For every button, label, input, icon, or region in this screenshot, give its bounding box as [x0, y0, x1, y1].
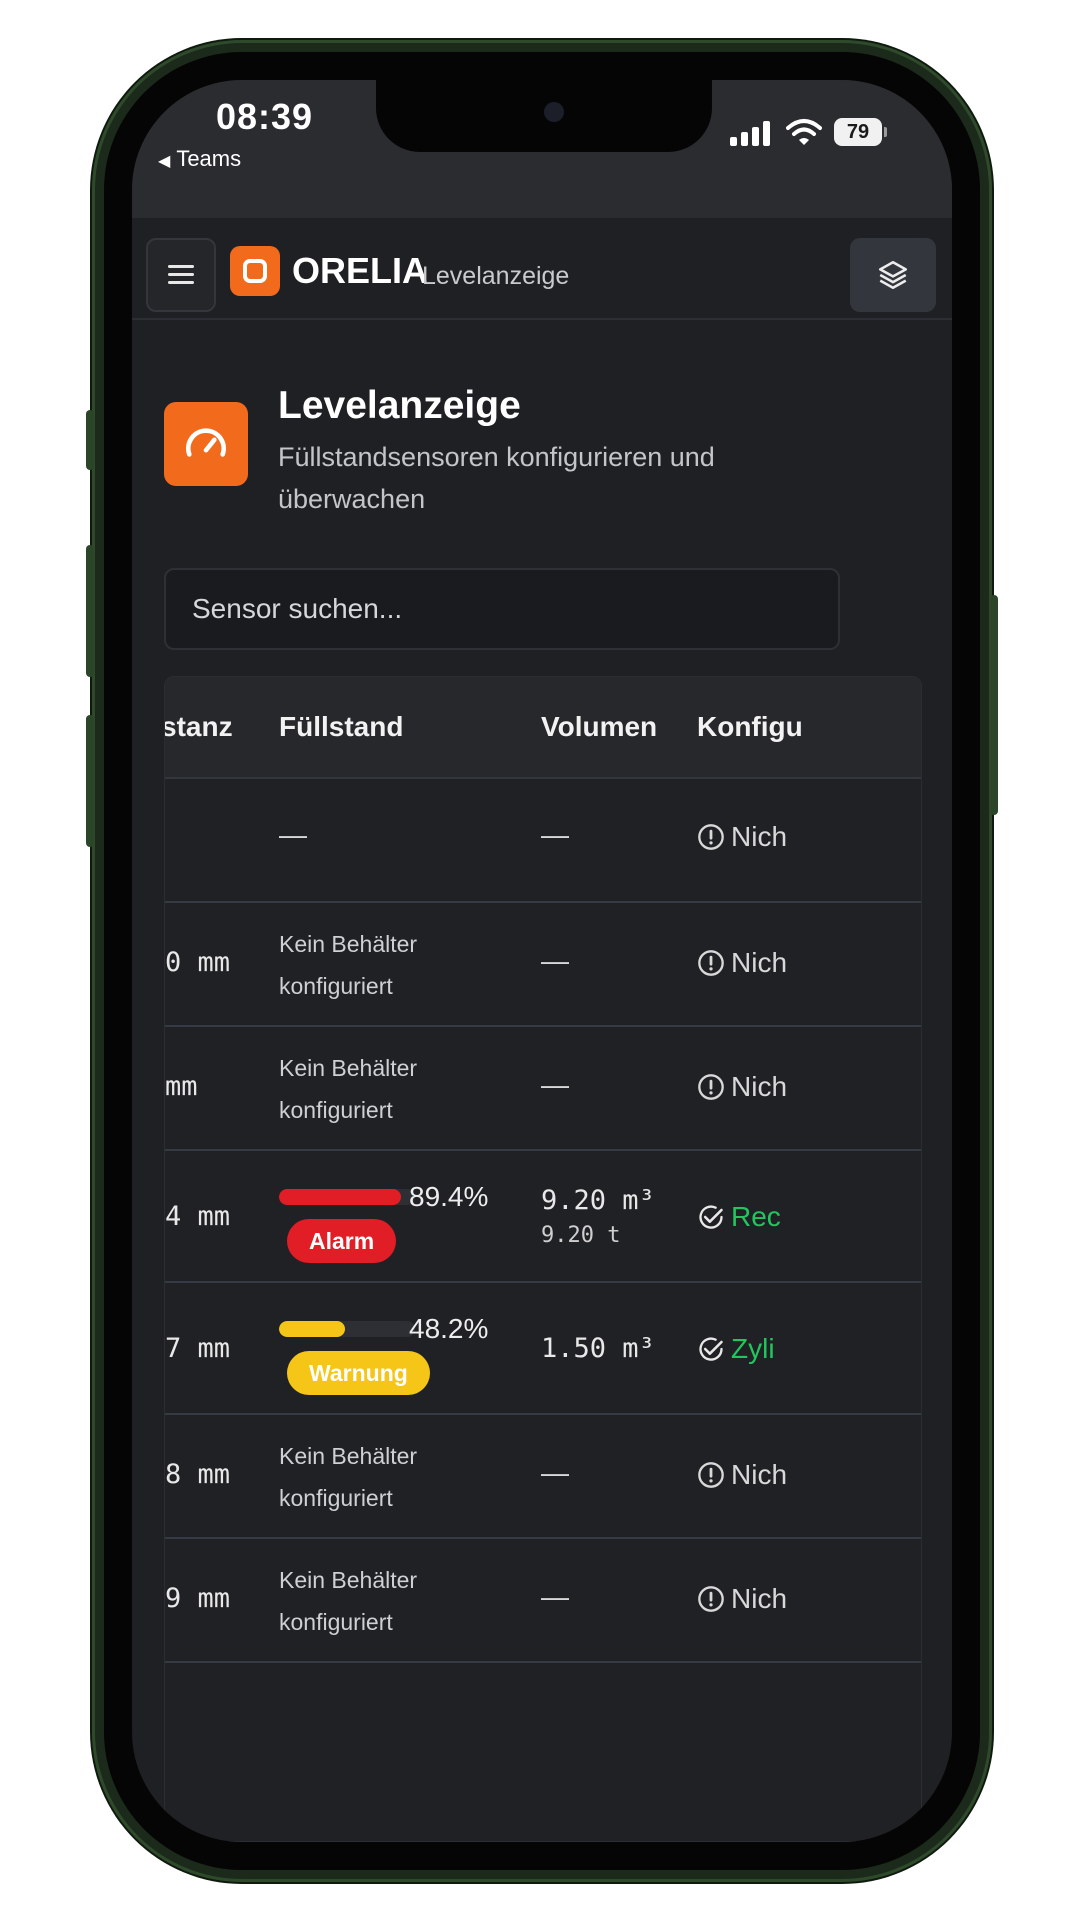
- phone-screen: 08:39 ◀ Teams 79 ORELIA Levelanzeige Lev…: [132, 80, 952, 1842]
- column-header-distance[interactable]: stanz: [165, 711, 233, 743]
- config-label: Nich: [731, 1071, 788, 1102]
- config-label: Rec: [731, 1201, 781, 1232]
- fill-level-bar-fill: [279, 1189, 401, 1205]
- config-status: Zyli: [697, 1333, 775, 1365]
- table-row[interactable]: 0 mm Kein Behälter konfiguriert — Nich: [165, 903, 921, 1027]
- alarm-badge: Alarm: [287, 1219, 397, 1263]
- sensor-table[interactable]: stanz Füllstand Volumen Konfigu — — Nich…: [164, 676, 922, 1842]
- config-status: Nich: [697, 947, 787, 979]
- sensor-search-input[interactable]: [164, 568, 840, 650]
- check-circle-icon: [699, 1205, 723, 1229]
- fill-level-cell: Kein Behälter konfiguriert: [279, 931, 418, 999]
- column-header-config[interactable]: Konfigu: [697, 711, 803, 743]
- config-label: Nich: [731, 821, 788, 852]
- distance-cell: 4 mm: [165, 1201, 231, 1232]
- volume-cell: —: [541, 945, 569, 976]
- alert-circle-icon: [698, 824, 724, 850]
- hamburger-icon: [168, 265, 194, 285]
- wifi-icon: [786, 119, 822, 145]
- page-title: Levelanzeige: [278, 384, 521, 427]
- cellular-signal-icon: [730, 120, 774, 146]
- layers-icon: [878, 260, 908, 290]
- table-row[interactable]: 7 mm 48.2% Warnung 1.50 m³ Zyli: [165, 1283, 921, 1415]
- distance-cell: 9 mm: [165, 1583, 231, 1614]
- table-row[interactable]: 4 mm 89.4% Alarm 9.20 m³ 9.20 t Rec: [165, 1151, 921, 1283]
- table-row[interactable]: 9 mm Kein Behälter konfiguriert — Nich: [165, 1539, 921, 1663]
- alert-circle-icon: [698, 950, 724, 976]
- fill-level-bar-fill: [279, 1321, 345, 1337]
- config-status: Nich: [697, 1071, 787, 1103]
- battery-indicator: 79: [834, 118, 882, 146]
- fill-level-cell: —: [279, 819, 307, 850]
- layers-button[interactable]: [850, 238, 936, 312]
- volume-down-button: [86, 715, 94, 847]
- column-header-volume[interactable]: Volumen: [541, 711, 657, 743]
- column-header-fill-level[interactable]: Füllstand: [279, 711, 403, 743]
- volume-cell: 9.20 m³: [541, 1185, 655, 1216]
- config-status: Nich: [697, 1583, 787, 1615]
- back-to-app-link[interactable]: ◀ Teams: [158, 146, 241, 172]
- fill-level-cell: Kein Behälter konfiguriert: [279, 1443, 418, 1511]
- distance-cell: mm: [165, 1071, 198, 1102]
- config-label: Nich: [731, 1583, 788, 1614]
- fill-level-bar: [279, 1189, 415, 1205]
- back-triangle-icon: ◀: [158, 153, 171, 170]
- table-row[interactable]: mm Kein Behälter konfiguriert — Nich: [165, 1027, 921, 1151]
- brand-subtitle: Levelanzeige: [422, 262, 570, 290]
- config-status: Nich: [697, 821, 787, 853]
- config-status: Nich: [697, 1459, 787, 1491]
- fill-level-percent: 48.2%: [409, 1313, 489, 1344]
- table-header: stanz Füllstand Volumen Konfigu: [165, 677, 921, 779]
- volume-cell: —: [541, 1581, 569, 1612]
- status-bar: 08:39 ◀ Teams 79: [132, 80, 952, 218]
- menu-button[interactable]: [146, 238, 216, 312]
- config-label: Nich: [731, 1459, 788, 1490]
- config-status: Rec: [697, 1201, 781, 1233]
- app-header: ORELIA Levelanzeige: [132, 218, 952, 320]
- distance-cell: 8 mm: [165, 1459, 231, 1490]
- brand-name: ORELIA: [292, 250, 429, 291]
- warning-badge: Warnung: [287, 1351, 430, 1395]
- volume-up-button: [86, 545, 94, 677]
- alert-circle-icon: [698, 1462, 724, 1488]
- back-app-label: Teams: [176, 146, 242, 171]
- distance-cell: 7 mm: [165, 1333, 231, 1364]
- battery-tip: [884, 127, 887, 137]
- alert-circle-icon: [698, 1074, 724, 1100]
- volume-cell: 1.50 m³: [541, 1333, 655, 1364]
- config-label: Nich: [731, 947, 788, 978]
- alert-circle-icon: [698, 1586, 724, 1612]
- status-time: 08:39: [216, 96, 314, 137]
- volume-sub-cell: 9.20 t: [541, 1223, 621, 1248]
- table-row[interactable]: — — Nich: [165, 779, 921, 903]
- fill-level-percent: 89.4%: [409, 1181, 489, 1212]
- gauge-icon: [164, 402, 248, 486]
- fill-level-bar: [279, 1321, 415, 1337]
- volume-cell: —: [541, 819, 569, 850]
- page-description: Füllstandsensoren konfigurieren und über…: [278, 442, 715, 514]
- front-camera: [544, 102, 564, 122]
- brand-logo-icon: [230, 246, 280, 296]
- config-label: Zyli: [731, 1333, 775, 1364]
- volume-cell: —: [541, 1069, 569, 1100]
- fill-level-cell: Kein Behälter konfiguriert: [279, 1567, 418, 1635]
- power-button: [990, 595, 998, 815]
- distance-cell: 0 mm: [165, 947, 231, 978]
- fill-level-cell: Kein Behälter konfiguriert: [279, 1055, 418, 1123]
- mute-switch: [86, 410, 94, 470]
- volume-cell: —: [541, 1457, 569, 1488]
- table-row[interactable]: 8 mm Kein Behälter konfiguriert — Nich: [165, 1415, 921, 1539]
- check-circle-icon: [699, 1337, 723, 1361]
